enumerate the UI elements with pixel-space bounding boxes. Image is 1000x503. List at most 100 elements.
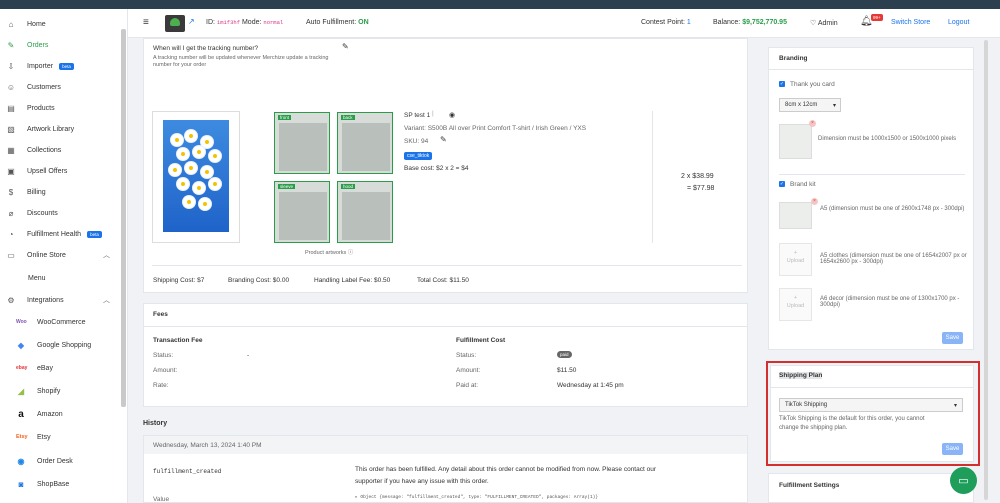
product-variant: Variant: S500B All over Print Comfort T-… xyxy=(404,125,587,132)
order-item-card: When will I get the tracking number? ✎ A… xyxy=(143,38,748,293)
history-message: This order has been fulfilled. Any detai… xyxy=(355,466,656,473)
transaction-status: - xyxy=(247,352,250,359)
sidebar-item-integrations[interactable]: ⚙ Integrations ︿ xyxy=(6,293,120,307)
remove-icon[interactable]: × xyxy=(809,120,816,127)
a5-image[interactable] xyxy=(779,202,812,229)
sidebar-item-google-shopping[interactable]: ◆ Google Shopping xyxy=(16,338,120,352)
thank-you-card-image[interactable] xyxy=(779,124,812,159)
image-icon: ▧ xyxy=(7,124,15,134)
contest-point: 1 xyxy=(686,19,691,26)
sidebar-item-products[interactable]: ▤ Products xyxy=(6,101,120,115)
hamburger-menu-icon[interactable]: ≡ xyxy=(143,17,149,28)
chat-icon[interactable]: ▭ xyxy=(950,467,977,494)
shipping-plan-title: Shipping Plan xyxy=(779,372,823,379)
import-icon: ⇩ xyxy=(7,61,15,71)
home-icon: ⌂ xyxy=(8,19,14,29)
fulfillment-settings-title: Fulfillment Settings xyxy=(779,482,840,489)
sidebar-item-online-store[interactable]: ▭ Online Store ︿ xyxy=(6,248,120,262)
artwork-thumb-front[interactable]: front xyxy=(274,112,330,174)
sidebar-item-discounts[interactable]: ⌀ Discounts xyxy=(6,206,120,220)
artwork-thumb-sleeve[interactable]: sleeve xyxy=(274,181,330,243)
branding-card: Branding ✓ Thank you card 8cm x 12cm ▾ ×… xyxy=(768,47,974,350)
store-id: 1m1f3hf xyxy=(216,19,241,26)
admin-menu[interactable]: ♡ Admin xyxy=(810,19,838,27)
shopify-icon: ◢ xyxy=(17,386,25,396)
shipping-plan-card: Shipping Plan TikTok Shipping ▾ TikTok Sh… xyxy=(770,365,974,462)
top-bar: ≡ ↗ ID: 1m1f3hf Mode: normal Auto Fulfil… xyxy=(128,9,1000,38)
product-image[interactable] xyxy=(152,111,240,243)
shipping-plan-select[interactable]: TikTok Shipping ▾ xyxy=(779,398,963,412)
user-icon: ☺ xyxy=(6,82,16,92)
amazon-icon: a xyxy=(18,408,24,420)
edit-icon: ✎ xyxy=(7,40,15,50)
artwork-thumb-hood[interactable]: hood xyxy=(337,181,393,243)
edit-icon[interactable]: ✎ xyxy=(342,42,349,51)
heart-icon: ♡ xyxy=(810,20,817,27)
total-cost: Total Cost: $11.50 xyxy=(417,277,469,284)
sidebar-item-etsy[interactable]: Etsy Etsy xyxy=(16,430,120,444)
sidebar-item-shopify[interactable]: ◢ Shopify xyxy=(16,384,120,398)
tracking-question: When will I get the tracking number? xyxy=(153,45,259,52)
sidebar-item-fulfillment-health[interactable]: ◔ Fulfillment Health beta xyxy=(6,227,120,241)
daisy-photo xyxy=(163,120,229,232)
a6-decor-upload[interactable]: + Upload xyxy=(779,288,812,321)
thank-you-checkbox[interactable]: ✓ xyxy=(779,81,785,87)
fees-title: Fees xyxy=(153,311,168,318)
page-scrollbar[interactable] xyxy=(984,40,988,500)
fulfillment-status-badge: paid xyxy=(557,351,572,358)
browser-tab-bar xyxy=(0,0,1000,9)
auto-fulfillment-status: ON xyxy=(358,19,369,26)
edit-sku-icon[interactable]: ✎ xyxy=(440,135,447,144)
box-icon: ▤ xyxy=(7,103,15,113)
sidebar-item-home[interactable]: ⌂ Home xyxy=(6,17,120,31)
notification-badge: 99+ xyxy=(871,14,883,21)
collection-icon: ▦ xyxy=(7,145,15,155)
history-card: Wednesday, March 13, 2024 1:40 PM fulfil… xyxy=(143,435,748,503)
chevron-up-icon: ︿ xyxy=(103,297,110,304)
shopbase-icon: ◙ xyxy=(18,479,24,489)
sidebar-item-ebay[interactable]: ebay eBay xyxy=(16,361,120,375)
shipping-plan-save-button[interactable]: Save xyxy=(942,443,963,455)
eye-icon[interactable]: ◉ xyxy=(449,111,455,119)
chevron-up-icon: ︿ xyxy=(103,252,110,259)
sidebar-item-shopbase[interactable]: ◙ ShopBase xyxy=(16,477,120,491)
dollar-icon: $ xyxy=(8,187,14,197)
store-mode: normal xyxy=(263,19,284,26)
branding-save-button[interactable]: Save xyxy=(942,332,963,344)
history-event: fulfillment_created xyxy=(153,468,222,475)
artworks-caption: Product artworks ⓘ xyxy=(305,250,354,256)
integrations-icon: ⚙ xyxy=(7,295,15,305)
store-logo[interactable] xyxy=(165,15,185,32)
sidebar-item-customers[interactable]: ☺ Customers xyxy=(6,80,120,94)
sidebar-scrollbar[interactable] xyxy=(121,29,126,407)
branding-title: Branding xyxy=(779,55,808,62)
history-value[interactable]: ▸ Object {message: "fulfillment_created"… xyxy=(355,495,598,500)
sidebar-item-upsell-offers[interactable]: ▣ Upsell Offers xyxy=(6,164,120,178)
woocommerce-icon: Woo xyxy=(16,319,27,325)
sidebar-item-billing[interactable]: $ Billing xyxy=(6,185,120,199)
a5-clothes-upload[interactable]: + Upload xyxy=(779,243,812,276)
quantity-price: 2 x $38.99 xyxy=(681,173,714,180)
thank-you-size-select[interactable]: 8cm x 12cm ▾ xyxy=(779,98,841,112)
sidebar-item-amazon[interactable]: a Amazon xyxy=(16,407,120,421)
remove-icon[interactable]: × xyxy=(811,198,818,205)
line-total: = $77.98 xyxy=(687,185,715,192)
sidebar-item-artwork-library[interactable]: ▧ Artwork Library xyxy=(6,122,120,136)
sidebar-item-woocommerce[interactable]: Woo WooCommerce xyxy=(16,315,120,329)
logout-link[interactable]: Logout xyxy=(948,19,969,26)
beta-badge: beta xyxy=(87,230,102,238)
product-name-link[interactable]: SP test 1 xyxy=(404,112,430,119)
artwork-thumb-back[interactable]: back xyxy=(337,112,393,174)
sidebar-item-order-desk[interactable]: ◉ Order Desk xyxy=(16,454,120,468)
sidebar-item-menu[interactable]: Menu xyxy=(28,271,118,285)
etsy-icon: Etsy xyxy=(16,434,28,440)
product-tag: cse_tiktok xyxy=(404,152,433,160)
brand-kit-checkbox[interactable]: ✓ xyxy=(779,181,785,187)
external-link-icon[interactable]: ↗ xyxy=(188,17,195,26)
sidebar-item-orders[interactable]: ✎ Orders xyxy=(6,38,120,52)
sidebar-item-importer[interactable]: ⇩ Importer beta xyxy=(6,59,120,73)
orderdesk-icon: ◉ xyxy=(17,456,25,466)
chevron-down-icon: ▾ xyxy=(953,403,957,409)
switch-store-link[interactable]: Switch Store xyxy=(891,19,930,26)
sidebar-item-collections[interactable]: ▦ Collections xyxy=(6,143,120,157)
